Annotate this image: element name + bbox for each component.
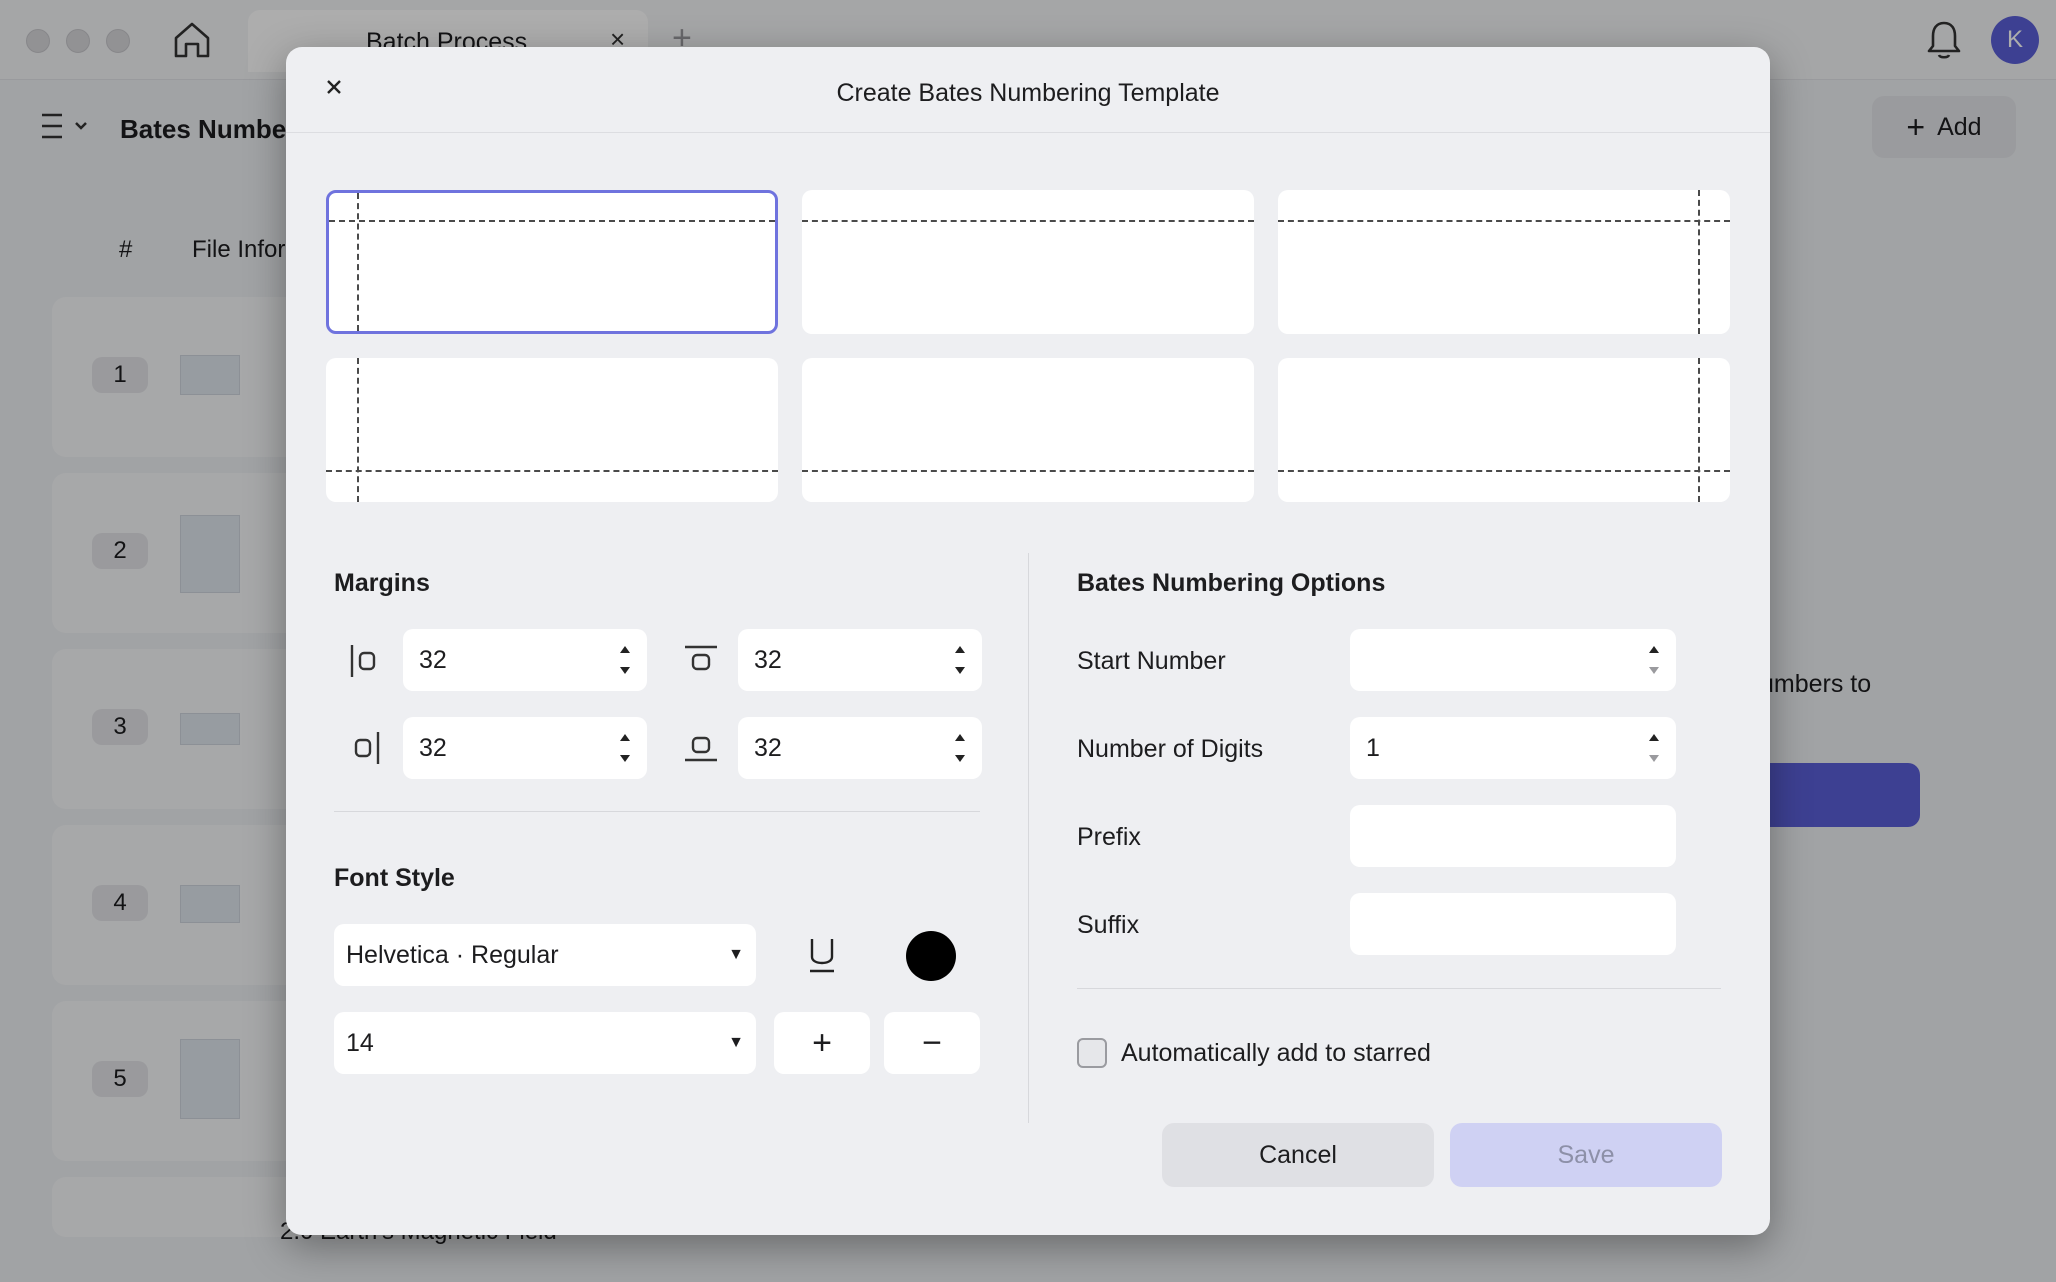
auto-starred-checkbox[interactable] [1077,1038,1107,1068]
digits-value: 1 [1366,734,1380,762]
font-family-select[interactable]: Helvetica · Regular ▼ [334,924,756,986]
stepper-arrows-icon[interactable] [617,641,633,679]
stepper-arrows-icon[interactable] [1646,729,1662,767]
dialog-header: Create Bates Numbering Template [286,47,1770,133]
start-number-stepper[interactable] [1350,629,1676,691]
font-color-swatch[interactable] [906,931,956,981]
stepper-arrows-icon[interactable] [952,641,968,679]
position-top-left[interactable] [326,190,778,334]
bates-options-heading: Bates Numbering Options [1077,569,1386,597]
top-margin-icon [685,645,717,671]
left-margin-icon [350,645,376,677]
start-number-label: Start Number [1077,647,1226,675]
digits-label: Number of Digits [1077,735,1264,763]
font-family-value: Helvetica · Regular [346,941,559,969]
left-margin-stepper[interactable]: 32 [403,629,647,691]
bottom-margin-icon [685,736,717,762]
minus-icon: − [922,1024,942,1062]
digits-stepper[interactable]: 1 [1350,717,1676,779]
bottom-margin-stepper[interactable]: 32 [738,717,982,779]
stepper-arrows-icon[interactable] [952,729,968,767]
auto-starred-label[interactable]: Automatically add to starred [1121,1039,1431,1068]
top-margin-value: 32 [754,646,782,674]
prefix-input[interactable] [1350,805,1676,867]
top-margin-stepper[interactable]: 32 [738,629,982,691]
create-template-dialog: Create Bates Numbering Template Margins … [286,47,1770,1235]
margins-heading: Margins [334,569,430,597]
right-margin-value: 32 [419,734,447,762]
column-divider [1028,553,1029,1123]
divider [334,811,980,812]
position-top-center[interactable] [802,190,1254,334]
save-button[interactable]: Save [1450,1123,1722,1187]
font-size-value: 14 [346,1029,374,1057]
decrease-font-size-button[interactable]: − [884,1012,980,1074]
divider [1077,988,1721,989]
position-bottom-right[interactable] [1278,358,1730,502]
right-margin-stepper[interactable]: 32 [403,717,647,779]
prefix-label: Prefix [1077,823,1141,851]
chevron-down-icon: ▼ [728,1034,744,1051]
position-bottom-center[interactable] [802,358,1254,502]
font-style-heading: Font Style [334,864,455,892]
position-top-right[interactable] [1278,190,1730,334]
bottom-margin-value: 32 [754,734,782,762]
chevron-down-icon: ▼ [728,946,744,963]
dialog-title: Create Bates Numbering Template [836,79,1220,107]
cancel-button[interactable]: Cancel [1162,1123,1434,1187]
font-size-select[interactable]: 14 ▼ [334,1012,756,1074]
stepper-arrows-icon[interactable] [1646,641,1662,679]
increase-font-size-button[interactable]: + [774,1012,870,1074]
left-margin-value: 32 [419,646,447,674]
plus-icon: + [812,1024,832,1062]
position-bottom-left[interactable] [326,358,778,502]
underline-icon[interactable] [802,933,842,977]
right-margin-icon [354,732,380,764]
suffix-label: Suffix [1077,911,1140,939]
suffix-input[interactable] [1350,893,1676,955]
stepper-arrows-icon[interactable] [617,729,633,767]
